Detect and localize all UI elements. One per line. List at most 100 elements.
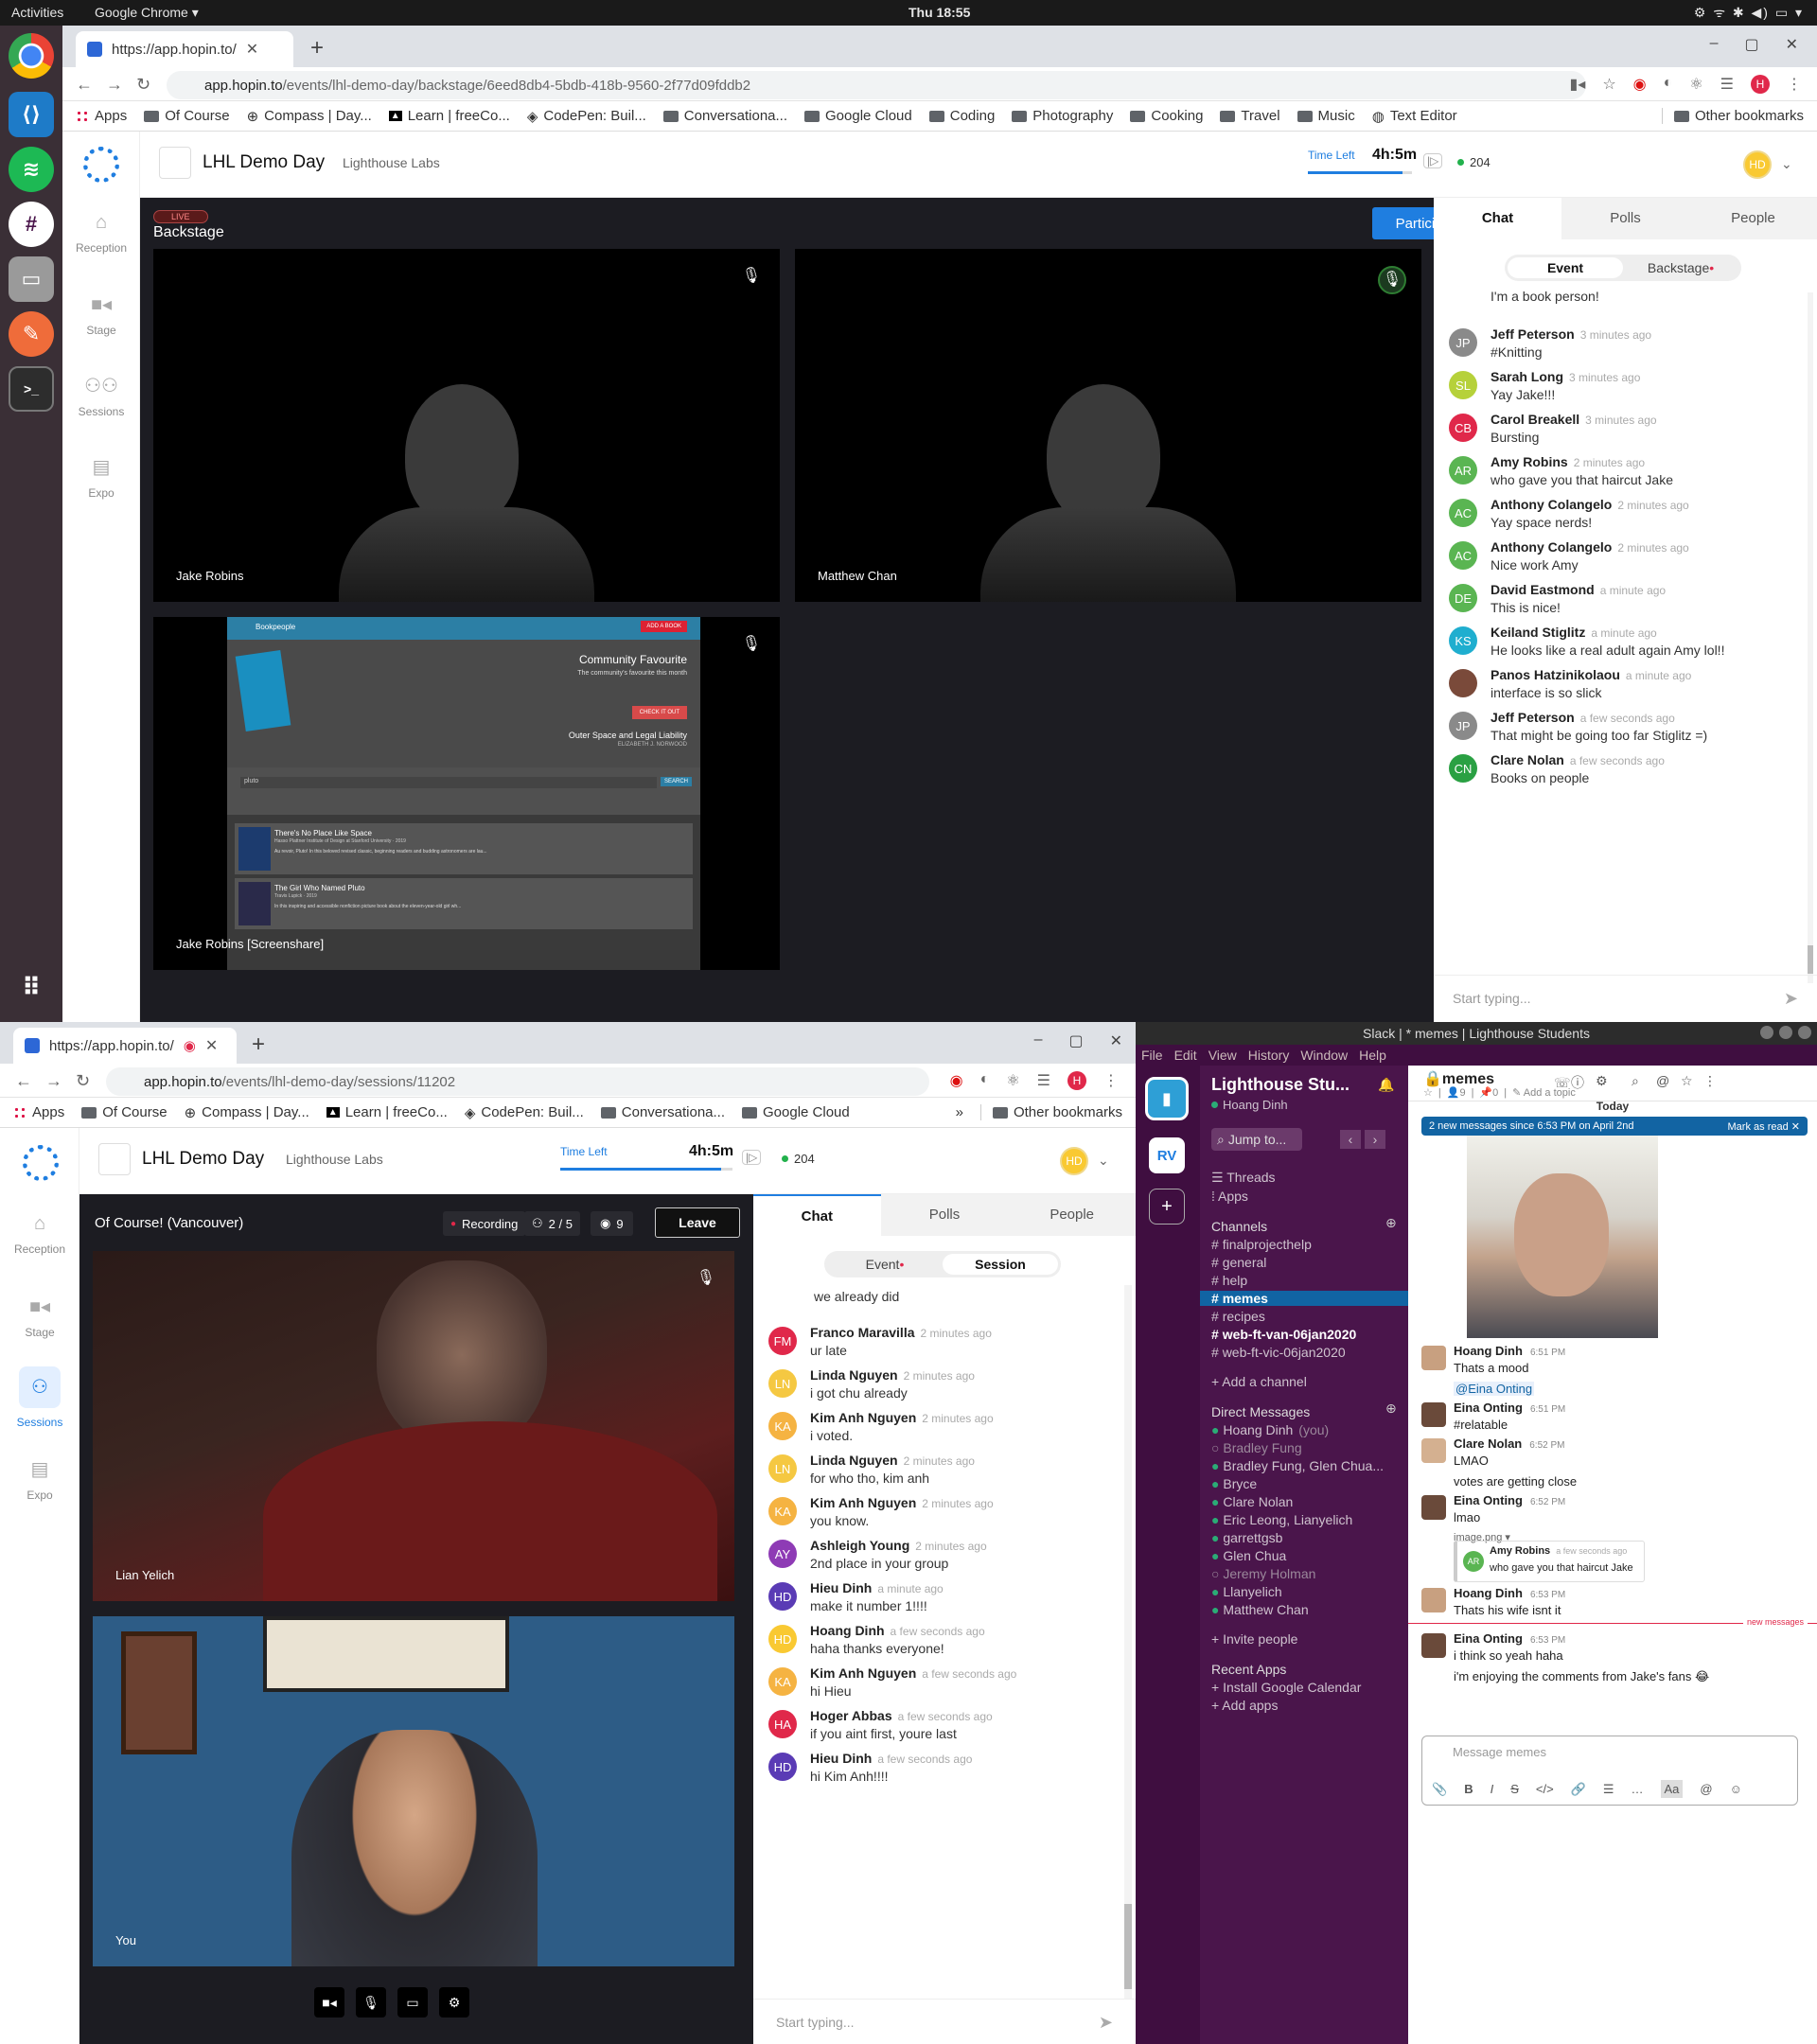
nav-expo[interactable]: ▤ Expo <box>0 1457 79 1502</box>
author-name[interactable]: Jeff Peterson <box>1491 710 1575 725</box>
chat-avatar[interactable]: JP <box>1449 328 1477 357</box>
bookmark-link[interactable]: ▲ Learn | freeCo... <box>388 108 510 124</box>
bookmark-star-icon[interactable]: ☆ <box>1602 75 1615 94</box>
message-composer[interactable]: Message memes 📎 B I S </> 🔗 ☰ … Aa @ ☺ <box>1421 1736 1798 1806</box>
more-bookmarks[interactable]: » <box>956 1104 963 1120</box>
members-count[interactable]: 👤9 <box>1447 1086 1466 1099</box>
profile-avatar[interactable]: H <box>1751 75 1770 94</box>
chat-avatar[interactable]: KA <box>768 1667 797 1696</box>
collapse-icon[interactable]: |▷ <box>742 1150 762 1165</box>
author-name[interactable]: Franco Maravilla <box>810 1325 915 1340</box>
user-avatar[interactable]: HD <box>1060 1147 1088 1175</box>
address-bar[interactable]: app.hopin.to/events/lhl-demo-day/session… <box>106 1067 929 1096</box>
channel-item[interactable]: # finalprojecthelp <box>1211 1237 1312 1252</box>
menu-icon[interactable]: ⋮ <box>1787 75 1802 94</box>
video-tile[interactable]: 🎙 Matthew Chan <box>795 249 1421 602</box>
bookmark-link[interactable]: ◈ CodePen: Buil... <box>527 108 646 125</box>
slack-avatar[interactable] <box>1421 1588 1446 1612</box>
video-tile[interactable]: 🎙 Jake Robins <box>153 249 780 602</box>
chat-avatar[interactable]: AR <box>1449 456 1477 485</box>
system-tray[interactable]: ⚙ ᯤ ✱ ◀) ▭ ▾ <box>1694 4 1804 22</box>
strike-icon[interactable]: S <box>1510 1782 1519 1796</box>
chevron-down-icon[interactable]: ⌄ <box>1781 156 1792 172</box>
new-tab-icon[interactable]: + <box>252 1031 265 1058</box>
tab-chat[interactable]: Chat <box>1434 198 1561 239</box>
dm-item[interactable]: ○ Jeremy Holman <box>1211 1566 1315 1581</box>
forward-icon[interactable]: → <box>45 1071 62 1091</box>
menu-history[interactable]: History <box>1248 1048 1290 1063</box>
chat-avatar[interactable]: KA <box>768 1412 797 1440</box>
new-tab-icon[interactable]: + <box>310 35 324 62</box>
chat-avatar[interactable]: AC <box>1449 499 1477 527</box>
format-toggle-icon[interactable]: Aa <box>1660 1780 1684 1798</box>
collapse-icon[interactable]: |▷ <box>1423 153 1443 168</box>
slack-avatar[interactable] <box>1421 1495 1446 1520</box>
author-name[interactable]: Hoang Dinh <box>810 1623 885 1638</box>
minimize-icon[interactable]: – <box>1034 1031 1043 1050</box>
close-window-icon[interactable]: ✕ <box>1110 1031 1122 1050</box>
nav-sessions[interactable]: ⚇ Sessions <box>0 1366 79 1429</box>
new-messages-banner[interactable]: 2 new messages since 6:53 PM on April 2n… <box>1421 1117 1808 1136</box>
history-back-icon[interactable]: ‹ <box>1340 1130 1361 1149</box>
camera-toggle-icon[interactable]: ■◂ <box>314 1987 344 2018</box>
dm-item[interactable]: ● Clare Nolan <box>1211 1494 1293 1509</box>
bookmark-link[interactable]: ▲ Learn | freeCo... <box>326 1104 448 1120</box>
settings-gear-icon[interactable]: ⚙ <box>439 1987 469 2018</box>
channel-item[interactable]: # help <box>1211 1273 1247 1288</box>
chat-avatar[interactable]: CB <box>1449 414 1477 442</box>
terminal-icon[interactable]: >_ <box>9 366 54 412</box>
maximize-icon[interactable]: ▢ <box>1744 35 1758 54</box>
install-gcal-link[interactable]: + Install Google Calendar <box>1211 1680 1361 1695</box>
opera-icon[interactable]: ◉ <box>950 1071 963 1090</box>
pins-count[interactable]: 📌0 <box>1479 1086 1498 1099</box>
hopin-logo-icon[interactable] <box>23 1145 59 1181</box>
vscode-icon[interactable]: ⟨⟩ <box>9 92 54 137</box>
nav-reception[interactable]: ⌂ Reception <box>0 1213 79 1256</box>
bookmark-link[interactable]: ⊕ Compass | Day... <box>247 108 372 125</box>
author-name[interactable]: Clare Nolan <box>1491 752 1564 767</box>
slack-avatar[interactable] <box>1421 1402 1446 1427</box>
channel-item[interactable]: # memes <box>1200 1291 1408 1306</box>
chat-avatar[interactable]: FM <box>768 1327 797 1355</box>
apps-link[interactable]: ⁞ Apps <box>1211 1189 1248 1204</box>
chat-avatar[interactable]: CN <box>1449 754 1477 783</box>
react-icon[interactable]: ⚛ <box>1006 1071 1019 1090</box>
video-tile[interactable]: You <box>93 1616 734 1966</box>
nav-stage[interactable]: ■◂ Stage <box>62 292 140 337</box>
slack-time[interactable]: 6:51 PM <box>1530 1348 1565 1358</box>
chat-avatar[interactable]: DE <box>1449 584 1477 612</box>
bookmark-folder[interactable]: Conversationa... <box>600 1104 725 1120</box>
chat-avatar[interactable]: AC <box>1449 541 1477 570</box>
bookmark-folder[interactable]: Of Course <box>81 1104 168 1120</box>
hopin-logo-icon[interactable] <box>83 147 119 183</box>
tab-people[interactable]: People <box>1008 1194 1136 1236</box>
screenshare-tile[interactable]: Bookpeople ADD A BOOK Community Favourit… <box>153 617 780 970</box>
slack-time[interactable]: 6:52 PM <box>1530 1497 1565 1507</box>
chevron-down-icon[interactable]: ⌄ <box>1098 1153 1109 1169</box>
workspace-name[interactable]: Lighthouse Stu... <box>1211 1075 1350 1095</box>
chat-avatar[interactable]: KA <box>768 1497 797 1525</box>
slack-author[interactable]: Clare Nolan <box>1454 1436 1522 1451</box>
files-icon[interactable]: ▭ <box>9 256 54 302</box>
profile-avatar[interactable]: H <box>1067 1071 1086 1090</box>
slack-author[interactable]: Eina Onting <box>1454 1401 1523 1415</box>
dm-item[interactable]: ● Llanyelich <box>1211 1584 1282 1599</box>
slack-time[interactable]: 6:51 PM <box>1530 1404 1565 1415</box>
video-tile[interactable]: 🎙 Lian Yelich <box>93 1251 734 1601</box>
postman-icon[interactable]: ✎ <box>9 311 54 357</box>
channels-header[interactable]: Channels <box>1211 1219 1267 1234</box>
scrollbar[interactable] <box>1124 1285 1132 1999</box>
slack-author[interactable]: Hoang Dinh <box>1454 1344 1523 1358</box>
dm-item[interactable]: ● Bryce <box>1211 1476 1257 1491</box>
close-tab-icon[interactable]: ✕ <box>246 40 258 59</box>
author-name[interactable]: Ashleigh Young <box>810 1538 909 1553</box>
reading-list-icon[interactable]: ☰ <box>1037 1071 1050 1090</box>
add-channel-link[interactable]: + Add a channel <box>1211 1374 1307 1389</box>
reading-list-icon[interactable]: ☰ <box>1720 75 1734 94</box>
send-icon[interactable]: ➤ <box>1784 989 1798 1009</box>
slack-avatar[interactable] <box>1421 1346 1446 1370</box>
channel-item[interactable]: # general <box>1211 1255 1266 1270</box>
more-icon[interactable]: ⋮ <box>1703 1073 1717 1089</box>
opera-icon[interactable]: ◉ <box>1633 75 1647 94</box>
bookmark-folder[interactable]: Coding <box>928 108 995 124</box>
